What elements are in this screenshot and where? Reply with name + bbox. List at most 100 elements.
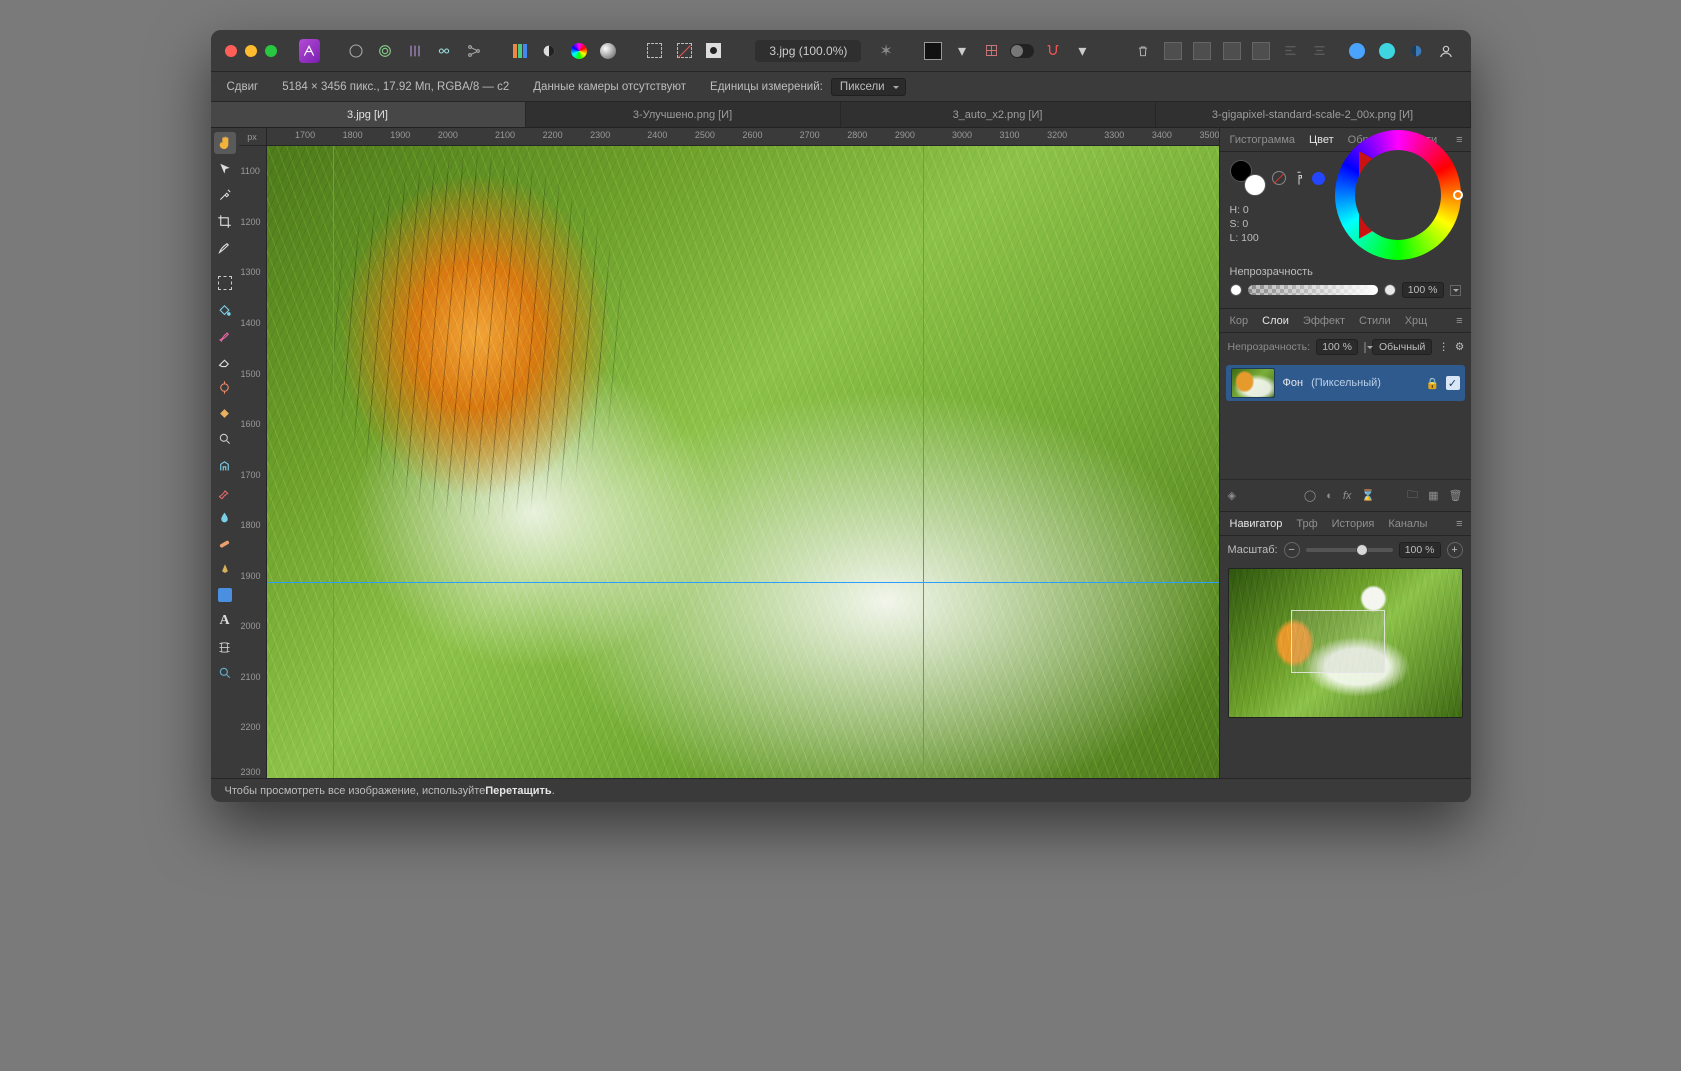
tab-stock[interactable]: Хрщ (1399, 312, 1434, 330)
gear-icon[interactable]: ⚙ (1455, 341, 1464, 353)
document-tab[interactable]: 3-Улучшено.png [И] (526, 102, 841, 127)
account-icon[interactable] (1435, 39, 1456, 63)
toggle-switch-icon[interactable] (1010, 39, 1034, 63)
align-left-icon[interactable] (1280, 39, 1301, 63)
quick-mask-icon[interactable] (703, 39, 724, 63)
studio-preset-half-icon[interactable] (1406, 39, 1427, 63)
shape-rectangle-tool[interactable] (214, 584, 236, 606)
zoom-tool[interactable] (214, 662, 236, 684)
persona-develop-icon[interactable] (404, 39, 425, 63)
clone-tool[interactable] (214, 454, 236, 476)
layer-list[interactable]: Фон (Пиксельный) 🔒 ✓ (1220, 361, 1471, 479)
selection-dashed-icon[interactable] (644, 39, 665, 63)
units-select[interactable]: Пиксели (831, 78, 906, 96)
arrange-back-icon[interactable] (1162, 39, 1183, 63)
ruler-vertical[interactable]: 1100 1200 1300 1400 1500 1600 1700 1800 … (239, 146, 267, 778)
opacity-value[interactable]: 100 % (1402, 282, 1444, 298)
panel-menu-icon[interactable]: ≡ (1452, 315, 1466, 327)
tab-color[interactable]: Цвет (1303, 131, 1340, 149)
flood-select-tool[interactable] (214, 298, 236, 320)
blend-mode-select[interactable]: Обычный (1372, 339, 1432, 355)
maximize-button[interactable] (265, 45, 277, 57)
layer-visible-checkbox[interactable]: ✓ (1446, 376, 1460, 390)
opacity-start-knob[interactable] (1230, 284, 1242, 296)
arrange-front-icon[interactable] (1250, 39, 1271, 63)
group-layer-icon[interactable]: 🗀 (1407, 486, 1418, 505)
minimize-button[interactable] (245, 45, 257, 57)
dodge-tool[interactable] (214, 428, 236, 450)
view-hand-tool[interactable] (214, 132, 236, 154)
dropdown-caret-icon[interactable]: ▾ (1072, 39, 1093, 63)
persona-liquify-icon[interactable] (374, 39, 395, 63)
document-tab[interactable]: 3-gigapixel-standard-scale-2_00x.png [И] (1156, 102, 1471, 127)
selection-none-icon[interactable] (673, 39, 694, 63)
eyedropper-icon[interactable] (1289, 168, 1309, 188)
fill-swatch-icon[interactable] (922, 39, 943, 63)
persona-photo-icon[interactable] (345, 39, 366, 63)
fg-bg-swatch[interactable] (1230, 160, 1266, 196)
marquee-tool[interactable] (214, 272, 236, 294)
recent-color-icon[interactable] (1312, 172, 1325, 185)
paint-mixer-tool[interactable] (214, 376, 236, 398)
grid-icon[interactable] (981, 39, 1002, 63)
studio-preset-blue-icon[interactable] (1347, 39, 1368, 63)
tab-channels[interactable]: Каналы (1382, 515, 1433, 533)
tab-layers[interactable]: Слои (1256, 312, 1295, 330)
no-color-icon[interactable] (1272, 171, 1286, 185)
arrange-backward-icon[interactable] (1191, 39, 1212, 63)
inpainting-tool[interactable] (214, 480, 236, 502)
panel-menu-icon[interactable]: ≡ (1452, 134, 1466, 146)
dropdown-caret-icon[interactable]: ▾ (951, 39, 972, 63)
fx-layer-icon[interactable]: fx (1343, 490, 1352, 502)
adjustment-layer-icon[interactable]: ◐ (1326, 490, 1333, 502)
zoom-slider[interactable] (1306, 548, 1393, 552)
tab-effects[interactable]: Эффект (1297, 312, 1351, 330)
delete-layer-icon[interactable]: 🗑 (1449, 489, 1463, 502)
layers-view-mode-icon[interactable]: ◈ (1228, 489, 1236, 502)
layer-opacity-dropdown[interactable] (1364, 342, 1366, 353)
color-wheel[interactable] (1335, 130, 1461, 260)
gradient-circle-icon[interactable] (598, 39, 619, 63)
layer-item[interactable]: Фон (Пиксельный) 🔒 ✓ (1226, 365, 1465, 401)
close-button[interactable] (225, 45, 237, 57)
zoom-in-button[interactable]: + (1447, 542, 1463, 558)
opacity-end-knob[interactable] (1384, 284, 1396, 296)
pen-tool[interactable] (214, 558, 236, 580)
mesh-warp-tool[interactable] (214, 636, 236, 658)
panel-menu-icon[interactable]: ≡ (1452, 518, 1466, 530)
mask-layer-icon[interactable]: ◯ (1304, 489, 1316, 502)
trash-icon[interactable] (1132, 39, 1153, 63)
layer-lock-icon[interactable]: 🔒 (1426, 377, 1440, 390)
tab-transform[interactable]: Трф (1290, 515, 1323, 533)
magnet-snap-icon[interactable] (1042, 39, 1063, 63)
opacity-slider[interactable] (1248, 285, 1378, 295)
healing-tool[interactable] (214, 532, 236, 554)
arrange-forward-icon[interactable] (1221, 39, 1242, 63)
add-pixel-layer-icon[interactable]: ▦ (1428, 489, 1438, 502)
studio-preset-cyan-icon[interactable] (1376, 39, 1397, 63)
blur-tool[interactable] (214, 506, 236, 528)
fill-tool[interactable] (214, 402, 236, 424)
persona-tone-icon[interactable] (433, 39, 454, 63)
text-tool[interactable]: A (214, 610, 236, 632)
document-tab[interactable]: 3.jpg [И] (211, 102, 526, 127)
persona-export-icon[interactable] (463, 39, 484, 63)
paint-brush-tool[interactable] (214, 324, 236, 346)
rgb-swatches-icon[interactable] (509, 39, 530, 63)
ruler-horizontal[interactable]: 1700 1800 1900 2000 2100 2200 2300 2400 … (267, 128, 1219, 146)
tab-history[interactable]: История (1326, 515, 1381, 533)
canvas[interactable] (267, 146, 1219, 778)
navigator-thumbnail[interactable] (1228, 568, 1463, 718)
erase-tool[interactable] (214, 350, 236, 372)
tab-adjustments[interactable]: Кор (1224, 312, 1255, 330)
document-tab[interactable]: 3_auto_x2.png [И] (841, 102, 1156, 127)
navigator-viewport-box[interactable] (1291, 610, 1384, 672)
layer-opacity-value[interactable]: 100 % (1316, 339, 1358, 355)
move-tool[interactable] (214, 158, 236, 180)
hue-wheel-icon[interactable] (568, 39, 589, 63)
tab-navigator[interactable]: Навигатор (1224, 515, 1289, 533)
selection-brush-tool[interactable] (214, 236, 236, 258)
color-picker-tool[interactable] (214, 184, 236, 206)
split-circle-icon[interactable] (539, 39, 560, 63)
zoom-value[interactable]: 100 % (1399, 542, 1441, 558)
